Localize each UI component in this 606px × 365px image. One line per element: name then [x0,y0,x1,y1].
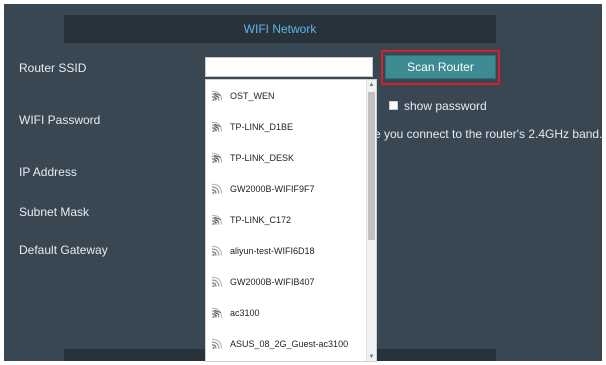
ssid-option[interactable]: ASUS_08_2G_Guest-ac3100 [206,328,366,359]
scrollbar-thumb[interactable] [368,92,375,240]
scroll-up-arrow-icon[interactable]: ▲ [367,80,376,89]
ssid-option-label: TP-LINK_D1BE [230,121,294,132]
show-password-label: show password [404,99,487,113]
wifi-locked-icon [211,121,223,132]
ip-address-label: IP Address [19,165,77,179]
section-header: WIFI Network [64,15,496,43]
ssid-option-label: GW2000B-WIFIF9F7 [230,183,315,194]
router-ssid-label: Router SSID [19,61,87,75]
default-gateway-label: Default Gateway [19,243,108,257]
wifi-locked-icon [211,152,223,163]
ssid-option[interactable]: ac3100 [206,297,366,328]
wifi-icon [211,276,223,287]
ssid-option-label: ac3100 [230,307,260,318]
ssid-option[interactable]: OST_WEN [206,80,366,111]
ssid-option-label: GW2000B-WIFIB407 [230,276,315,287]
ssid-option-label: TP-LINK_DESK [230,152,295,163]
subnet-mask-label: Subnet Mask [19,205,90,219]
ssid-option[interactable]: TP-LINK_DESK [206,142,366,173]
ssid-option[interactable]: GW2000B-WIFIF9F7 [206,173,366,204]
wifi-locked-icon [211,214,223,225]
wifi-icon [211,183,223,194]
ssid-option-label: TP-LINK_C172 [230,214,292,225]
dropdown-scrollbar[interactable]: ▲ ▼ [366,80,376,361]
section-title: WIFI Network [243,22,317,36]
router-ssid-input[interactable] [205,57,373,77]
band-hint-text: re you connect to the router's 2.4GHz ba… [370,127,603,141]
ssid-option[interactable]: aliyun-test-WIFI6D18 [206,235,366,266]
ssid-option-label: OST_WEN [230,90,275,101]
ssid-option[interactable]: TP-LINK_D1BE [206,111,366,142]
wifi-icon [211,245,223,256]
scan-router-button[interactable]: Scan Router [385,55,496,79]
ssid-option[interactable]: TP-LINK_C172 [206,204,366,235]
scan-router-button-label: Scan Router [407,60,474,74]
ssid-option-label: ASUS_08_2G_Guest-ac3100 [230,338,349,349]
wifi-icon [211,338,223,349]
ssid-dropdown-list: OST_WEN TP-LINK_D1BE TP-LINK_DESK GW2000B-W… [206,80,366,359]
show-password-checkbox[interactable] [389,101,398,110]
scroll-down-arrow-icon[interactable]: ▼ [367,352,376,361]
wifi-password-label: WIFI Password [19,113,101,127]
ssid-option[interactable]: GW2000B-WIFIB407 [206,266,366,297]
ssid-option-label: aliyun-test-WIFI6D18 [230,245,315,256]
wifi-locked-icon [211,307,223,318]
ssid-dropdown[interactable]: OST_WEN TP-LINK_D1BE TP-LINK_DESK GW2000B-W… [205,79,377,362]
wifi-locked-icon [211,90,223,101]
